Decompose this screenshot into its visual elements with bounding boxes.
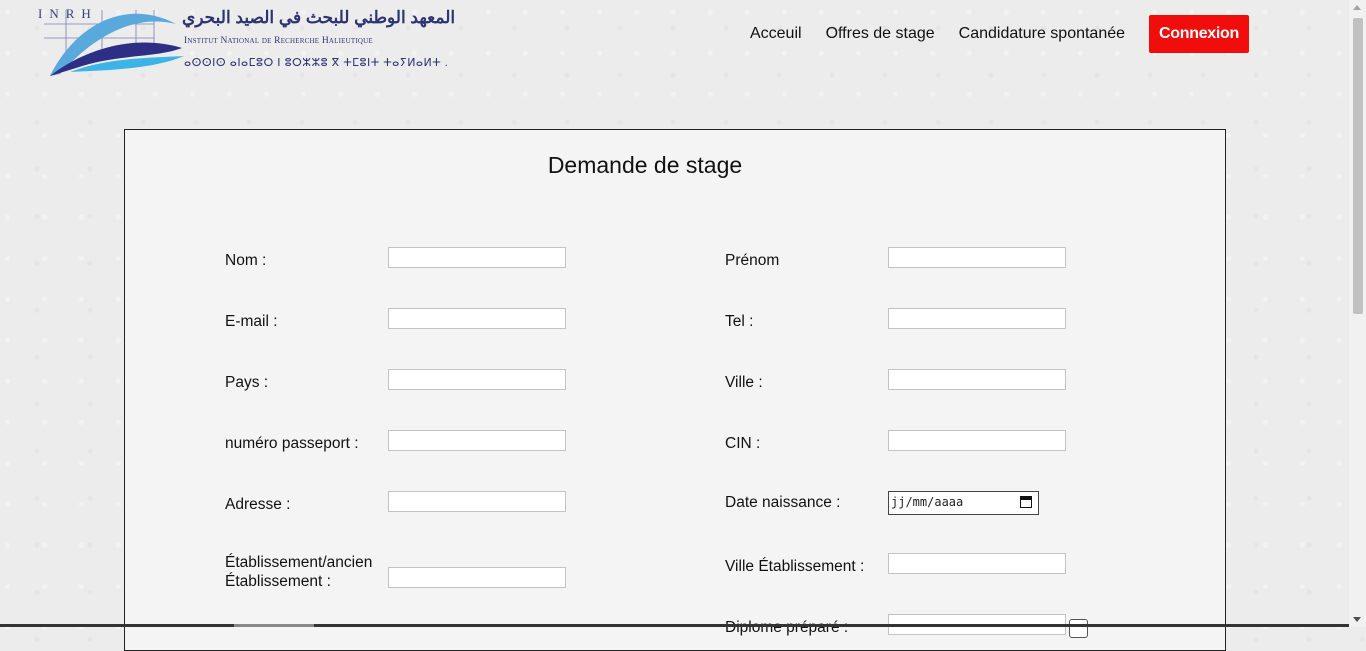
nav-offres-de-stage[interactable]: Offres de stage	[826, 25, 935, 43]
ville-etablissement-input[interactable]	[888, 553, 1066, 574]
passeport-input[interactable]	[388, 430, 566, 451]
form-title: Demande de stage	[547, 152, 743, 178]
tel-label: Tel :	[725, 313, 754, 330]
etablissement-label: Établissement/ancien Établissement :	[225, 554, 373, 590]
logo-latin-name: Institut National de Recherche Halieutiq…	[184, 36, 373, 46]
nav-acceuil[interactable]: Acceuil	[750, 25, 802, 43]
cin-label: CIN :	[725, 435, 761, 452]
internship-request-form: Demande de stage Nom : Prénom E-mail : T…	[124, 129, 1226, 651]
scrollbar-thumb[interactable]	[1353, 18, 1363, 314]
date-naissance-input[interactable]: jj/mm/aaaa	[888, 491, 1039, 515]
nav-candidature-spontanee[interactable]: Candidature spontanée	[959, 25, 1125, 43]
ville-input[interactable]	[888, 369, 1066, 390]
passeport-label: numéro passeport :	[225, 435, 359, 452]
diplome-select-button[interactable]	[1069, 619, 1088, 638]
pays-label: Pays :	[225, 374, 269, 391]
nom-input[interactable]	[388, 247, 566, 268]
scroll-up-arrow-icon[interactable]	[1353, 5, 1361, 10]
date-placeholder: jj/mm/aaaa	[891, 495, 964, 509]
logo-tifinagh-name: ⴰⵙⵙⵏⵙ ⴰⵏⴰⵎⵓⵔ ⵏ ⵓⵔⵣⵣⵓ ⴳ ⵜⵎⵓⵏⵜ ⵜⴰⵢⵍⴰⵍⵜ .	[184, 57, 449, 69]
nom-label: Nom :	[225, 252, 267, 269]
date-naissance-label: Date naissance :	[725, 494, 841, 511]
prenom-input[interactable]	[888, 247, 1066, 268]
ville-label: Ville :	[725, 374, 763, 391]
logo-inrh-text: INRH	[38, 6, 98, 21]
email-label: E-mail :	[225, 313, 278, 330]
diplome-label: Diplome préparé :	[725, 619, 849, 636]
vertical-scrollbar[interactable]	[1349, 0, 1366, 627]
adresse-input[interactable]	[388, 491, 566, 512]
prenom-label: Prénom	[725, 252, 780, 269]
scroll-down-arrow-icon[interactable]	[1353, 617, 1361, 622]
inrh-logo[interactable]: INRH المعهد الوطني للبحث في الصيد البحري…	[36, 4, 455, 80]
calendar-icon[interactable]	[1020, 496, 1032, 508]
adresse-label: Adresse :	[225, 496, 291, 513]
tel-input[interactable]	[888, 308, 1066, 329]
email-input[interactable]	[388, 308, 566, 329]
etablissement-input[interactable]	[388, 567, 566, 588]
pays-input[interactable]	[388, 369, 566, 390]
logo-arabic-name: المعهد الوطني للبحث في الصيد البحري	[182, 8, 456, 27]
cin-input[interactable]	[888, 430, 1066, 451]
login-button[interactable]: Connexion	[1149, 14, 1249, 53]
main-nav: Acceuil Offres de stage Candidature spon…	[726, 14, 1249, 53]
ville-etablissement-label: Ville Établissement :	[725, 558, 865, 575]
